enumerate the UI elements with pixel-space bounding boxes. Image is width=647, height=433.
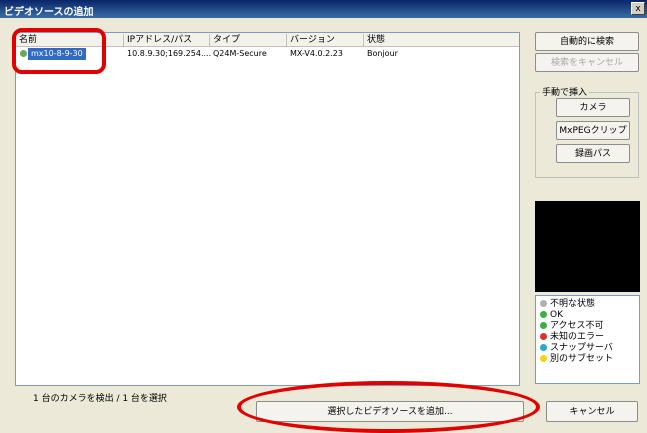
legend-item-unknown-error: 未知のエラー <box>540 332 639 343</box>
video-source-list[interactable]: 名前 IPアドレス/パス タイプ バージョン 状態 mx10-8-9-30 10… <box>15 32 520 386</box>
highlight-ellipse-annotation <box>237 381 540 433</box>
red-dot-icon <box>540 333 547 340</box>
column-header-type[interactable]: タイプ <box>210 34 287 46</box>
legend-label: OK <box>550 310 563 320</box>
camera-status: Bonjour <box>367 49 398 58</box>
cancel-button[interactable]: キャンセル <box>546 401 638 422</box>
column-header-version[interactable]: バージョン <box>287 34 364 46</box>
legend-item-snap-server: スナップサーバ <box>540 343 639 354</box>
camera-type: Q24M-Secure <box>213 49 267 58</box>
recording-path-button[interactable]: 録画パス <box>556 144 630 163</box>
mxpeg-clip-button[interactable]: MxPEGクリップ <box>556 121 630 140</box>
gray-dot-icon <box>540 300 547 307</box>
highlight-box-annotation <box>12 28 106 74</box>
column-header-status[interactable]: 状態 <box>364 34 521 46</box>
yellow-dot-icon <box>540 355 547 362</box>
legend-label: 不明な状態 <box>550 299 596 309</box>
status-legend: 不明な状態 OK アクセス不可 未知のエラー スナップサーバ 別のサブセット <box>535 295 640 384</box>
green-lock-dot-icon <box>540 322 547 329</box>
camera-button[interactable]: カメラ <box>556 98 630 117</box>
manual-insert-label: 手動で挿入 <box>540 85 590 98</box>
title-bar: ビデオソースの追加 x <box>0 0 647 18</box>
green-dot-icon <box>540 311 547 318</box>
legend-item-other-subset: 別のサブセット <box>540 354 639 365</box>
legend-label: スナップサーバ <box>550 343 613 353</box>
camera-ip: 10.8.9.30;169.254.... <box>127 49 212 58</box>
cancel-search-button[interactable]: 検索をキャンセル <box>535 53 639 72</box>
blue-dot-icon <box>540 344 547 351</box>
legend-item-ok: OK <box>540 310 639 321</box>
auto-search-button[interactable]: 自動的に検索 <box>535 32 639 51</box>
legend-label: 未知のエラー <box>550 332 605 342</box>
legend-item-inaccessible: アクセス不可 <box>540 321 639 332</box>
legend-item-unknown: 不明な状態 <box>540 299 639 310</box>
window-title: ビデオソースの追加 <box>4 7 94 18</box>
legend-label: アクセス不可 <box>550 321 604 331</box>
column-header-ip[interactable]: IPアドレス/パス <box>124 34 210 46</box>
detection-status: 1 台のカメラを検出 / 1 台を選択 <box>33 394 167 404</box>
legend-label: 別のサブセット <box>550 354 614 364</box>
camera-version: MX-V4.0.2.23 <box>290 49 343 58</box>
camera-preview <box>535 201 640 292</box>
close-button[interactable]: x <box>631 2 645 15</box>
